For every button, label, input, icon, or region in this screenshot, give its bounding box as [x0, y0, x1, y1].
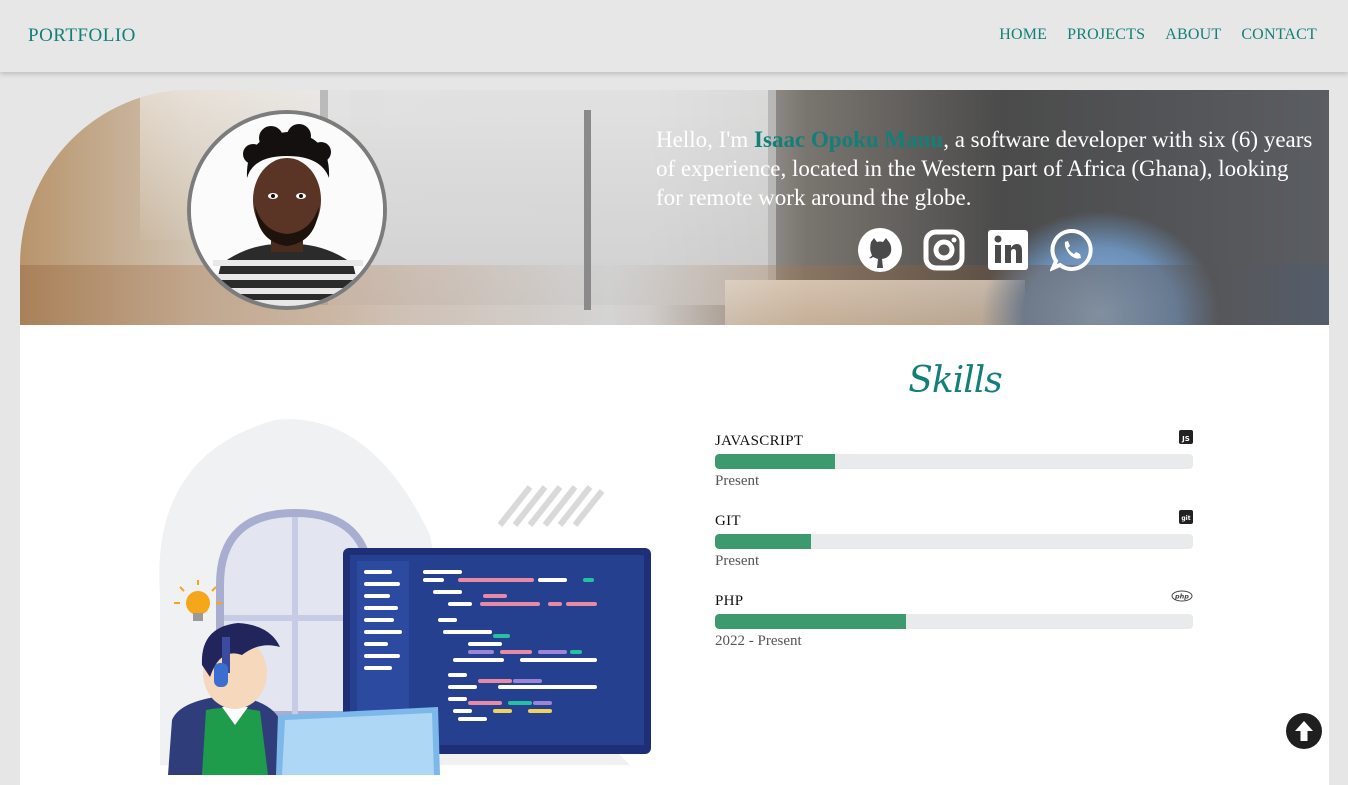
skill-period: 2022 - Present	[715, 633, 802, 649]
whatsapp-icon[interactable]	[1049, 228, 1094, 272]
svg-text:JS: JS	[1181, 435, 1190, 443]
navbar: PORTFOLIO HOME PROJECTS ABOUT CONTACT	[0, 0, 1348, 72]
profile-avatar	[187, 110, 387, 310]
arrow-up-icon	[1295, 721, 1313, 741]
skills-title: Skills	[908, 360, 1003, 401]
brand-logo[interactable]: PORTFOLIO	[28, 25, 136, 47]
skill-progress-bar	[715, 614, 1193, 629]
svg-text:php: php	[1174, 593, 1189, 601]
php-icon: php	[1171, 590, 1193, 602]
skill-period: Present	[715, 553, 760, 569]
skill-progress-fill	[715, 534, 811, 549]
git-icon: git	[1179, 510, 1193, 524]
hero-divider	[584, 110, 591, 310]
skill-progress-bar	[715, 454, 1193, 469]
nav-home-link[interactable]: HOME	[999, 26, 1047, 44]
developer-illustration	[159, 419, 651, 775]
skill-progress-fill	[715, 614, 907, 629]
social-links	[858, 228, 1094, 272]
skill-name: PHP	[715, 593, 744, 609]
skill-item-git: GIT git Present	[715, 510, 1193, 593]
developer-name: Isaac Opoku Manu	[754, 127, 944, 152]
github-icon[interactable]	[858, 228, 902, 272]
svg-text:git: git	[1181, 515, 1190, 522]
skill-item-javascript: JAVASCRIPT JS Present	[715, 430, 1193, 513]
nav-projects-link[interactable]: PROJECTS	[1067, 26, 1145, 44]
hero-banner: Hello, I'm Isaac Opoku Manu, a software …	[20, 90, 1329, 325]
nav-about-link[interactable]: ABOUT	[1165, 26, 1221, 44]
hero-intro-text: Hello, I'm Isaac Opoku Manu, a software …	[656, 125, 1316, 212]
linkedin-icon[interactable]	[986, 228, 1030, 272]
instagram-icon[interactable]	[922, 228, 966, 272]
skill-item-php: PHP php 2022 - Present	[715, 590, 1193, 673]
skills-section: Skills JAVASCRIPT JS Present GIT git Pre…	[20, 325, 1329, 785]
skill-name: JAVASCRIPT	[715, 433, 804, 449]
skill-progress-bar	[715, 534, 1193, 549]
skills-list: JAVASCRIPT JS Present GIT git Present PH…	[715, 430, 1193, 673]
js-icon: JS	[1179, 430, 1193, 444]
skill-progress-fill	[715, 454, 835, 469]
nav-contact-link[interactable]: CONTACT	[1241, 26, 1317, 44]
skill-name: GIT	[715, 513, 741, 529]
intro-prefix: Hello, I'm	[656, 127, 755, 152]
skill-period: Present	[715, 473, 760, 489]
scroll-to-top-button[interactable]	[1286, 713, 1322, 749]
nav-links: HOME PROJECTS ABOUT CONTACT	[999, 26, 1317, 44]
